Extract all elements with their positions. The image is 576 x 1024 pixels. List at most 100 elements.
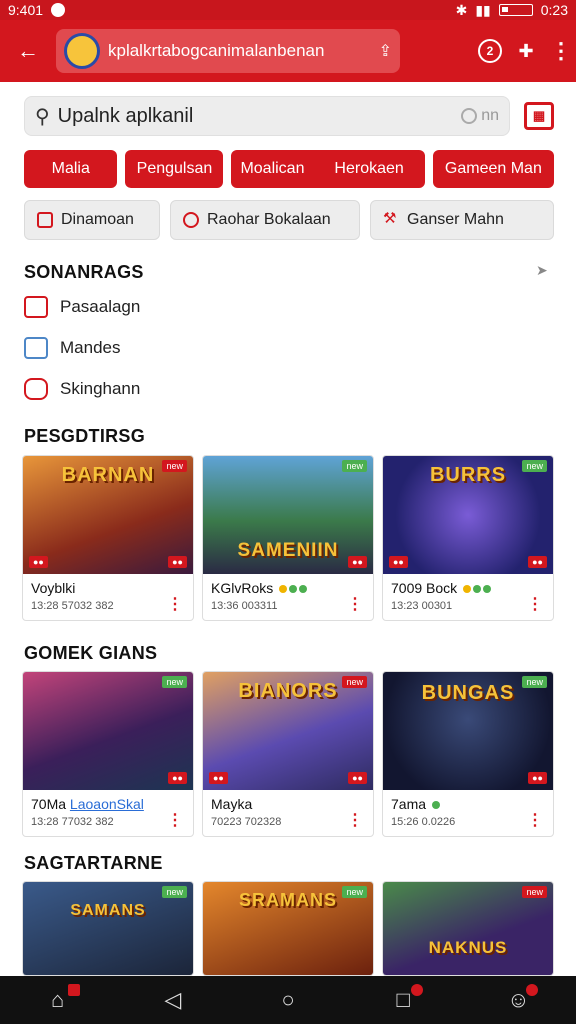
notification-badge [411,984,424,996]
game-name: KGlvRoks [211,580,308,596]
search-input[interactable]: Upalnk aplkanil [58,105,194,128]
badge: ●● [168,556,187,568]
card-more-icon[interactable]: ⋮ [167,594,183,614]
menu-label: Skinghann [60,379,141,398]
battery-icon [498,4,533,16]
badge: ●● [29,556,48,568]
game-thumbnail: BIANORS new ●● ●● [203,672,373,790]
more-menu-icon[interactable]: ⋮ [550,38,572,64]
list-icon [24,296,48,318]
forward-icon[interactable]: ➤ [536,262,548,279]
notification-badge [526,984,539,996]
game-thumbnail: BUNGAS new ●● [383,672,553,790]
tabs-icon[interactable]: 2 [478,39,502,63]
share-icon[interactable]: ⇪ [379,41,392,61]
badge: new [162,676,187,688]
card-more-icon[interactable]: ⋮ [347,594,363,614]
game-row: BARNAN new ●● ●● Voyblki 13:28 57032 382… [22,455,556,621]
filter-label: Ganser Mahn [407,211,504,228]
badge: ●● [528,772,547,784]
badge: new [522,676,547,688]
game-meta: 15:26 0.0226 [391,816,456,828]
notification-badge [67,984,80,996]
badge: new [162,886,187,898]
card-more-icon[interactable]: ⋮ [527,594,543,614]
url-text: kplalkrtabogcanimalanbenan [108,41,325,60]
badge: new [162,460,187,472]
filter-label: Raohar Bokalaan [207,211,331,228]
back-arrow-icon[interactable]: ← [10,33,46,69]
game-thumbnail: SAMANS new [23,882,193,975]
filter-icon [183,212,199,228]
notification-icon [51,3,66,17]
game-card[interactable]: BIANORS new ●● ●● Mayka 70223 702328 ⋮ [202,671,374,837]
card-more-icon[interactable]: ⋮ [347,810,363,830]
game-card[interactable]: BARNAN new ●● ●● Voyblki 13:28 57032 382… [22,455,194,621]
game-card[interactable]: new ●● 70Ma LaoaonSkal 13:28 77032 382 ⋮ [22,671,194,837]
game-name: 7009 Bock [391,580,492,596]
game-card[interactable]: NAKNUS new [382,881,554,976]
extension-icon[interactable]: ✚ [514,33,538,69]
game-meta: 13:23 00301 [391,600,453,612]
circle-icon: ○ [281,987,295,1012]
game-row: new ●● 70Ma LaoaonSkal 13:28 77032 382 ⋮… [22,671,556,837]
nav-home[interactable]: ⌂ [28,976,88,1024]
badge: ●● [168,772,187,784]
menu-label: Pasaalagn [60,297,141,316]
game-meta: 13:28 57032 382 [31,600,114,612]
badge: ●● [209,772,228,784]
badge: ●● [348,556,367,568]
mic-icon[interactable]: nn [461,107,499,125]
game-thumbnail: BARNAN new ●● ●● [23,456,193,574]
filter-icon [37,212,53,228]
game-card[interactable]: SAMENIIN new ●● KGlvRoks 13:36 003311 ⋮ [202,455,374,621]
game-card[interactable]: BUNGAS new ●● 7ama 15:26 0.0226 ⋮ [382,671,554,837]
nav-home-circle[interactable]: ○ [258,976,318,1024]
badge: ●● [348,772,367,784]
section-title: PESGDTIRSG [24,426,146,446]
menu-item[interactable]: Skinghann [24,377,140,401]
nav-recents[interactable]: □ [373,976,433,1024]
back-triangle-icon: ◁ [164,987,182,1012]
game-row: SAMANS new SRAMANS new NAKNUS new [22,881,556,976]
chip-1[interactable]: Pengulsan [125,150,224,188]
game-meta: 13:28 77032 382 [31,816,114,828]
game-card[interactable]: SAMANS new [22,881,194,976]
card-more-icon[interactable]: ⋮ [527,810,543,830]
chip-2[interactable]: Moalican [231,150,314,188]
game-name: Voyblki [31,580,76,596]
url-bar[interactable]: kplalkrtabogcanimalanbenan ⇪ [56,29,400,73]
filter-2[interactable]: ⚒ Ganser Mahn [370,200,554,240]
filter-0[interactable]: Dinamoan [24,200,160,240]
search-bar[interactable]: ⚲ Upalnk aplkanil nn [24,96,510,136]
square-icon: □ [396,987,410,1012]
filter-1[interactable]: Raohar Bokalaan [170,200,360,240]
card-more-icon[interactable]: ⋮ [167,810,183,830]
game-link[interactable]: LaoaonSkal [70,796,144,812]
status-time: 9:401 [8,2,44,18]
badge: new [522,460,547,472]
menu-label: Mandes [60,338,121,357]
nav-back[interactable]: ◁ [143,976,203,1024]
game-thumbnail: BURRS new ●● ●● [383,456,553,574]
signal-icon: ▮▮ [475,1,491,18]
game-meta: 13:36 003311 [211,600,278,612]
quick-filters: Dinamoan Raohar Bokalaan ⚒ Ganser Mahn [24,200,554,240]
thumb-title: SAMANS [70,902,146,919]
chip-3[interactable]: Herokaen [313,150,425,188]
menu-item[interactable]: Mandes [24,336,120,360]
nav-profile[interactable]: ☺ [488,976,548,1024]
game-card[interactable]: BURRS new ●● ●● 7009 Bock 13:23 00301 ⋮ [382,455,554,621]
chip-0[interactable]: Malia [24,150,118,188]
calendar-icon [24,337,48,359]
game-card[interactable]: SRAMANS new [202,881,374,976]
filter-label: Dinamoan [61,211,134,228]
game-thumbnail: SRAMANS new [203,882,373,975]
bluetooth-icon: ✱ [455,1,468,18]
bottom-nav: ⌂ ◁ ○ □ ☺ [0,976,576,1024]
home-icon: ⌂ [50,987,65,1012]
store-icon[interactable]: ▦ [524,102,554,130]
app-bar: ← kplalkrtabogcanimalanbenan ⇪ 2 ✚ ⋮ [0,20,576,82]
menu-item[interactable]: Pasaalagn [24,295,140,319]
chip-4[interactable]: Gameen Man [432,150,554,188]
